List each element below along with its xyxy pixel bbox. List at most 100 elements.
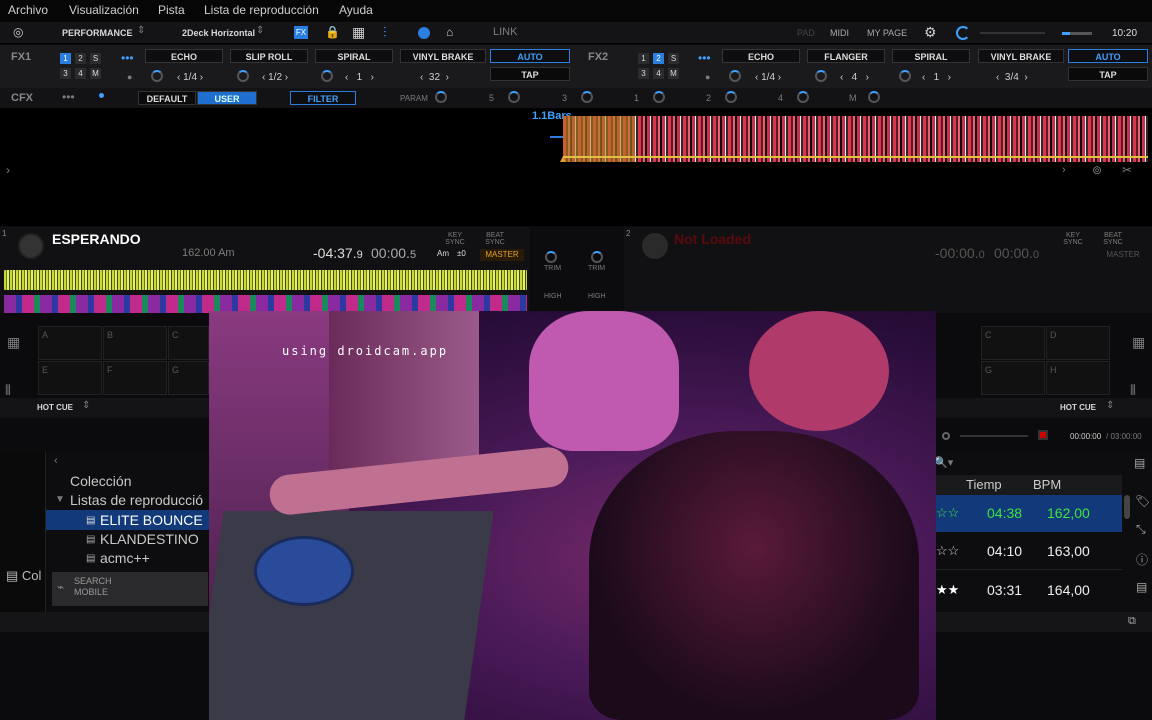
fx1-beat-s[interactable]: S bbox=[90, 53, 101, 64]
fx2-effect-2[interactable]: FLANGER bbox=[807, 49, 885, 63]
fx1-beat-1[interactable]: 1 bbox=[60, 53, 71, 64]
fx2-beat-1[interactable]: 1 bbox=[638, 53, 649, 64]
scissors-icon[interactable]: ✂ bbox=[1122, 163, 1132, 177]
mode-select-arrow-icon[interactable]: ⇕ bbox=[137, 25, 145, 36]
fx1-auto-button[interactable]: AUTO bbox=[490, 49, 570, 63]
fx2-value-2[interactable]: ‹ 4 › bbox=[840, 72, 869, 83]
layout-select[interactable]: 2Deck Horizontal bbox=[182, 28, 255, 38]
deck1-key[interactable]: Am bbox=[437, 249, 449, 258]
expand-chevron-icon[interactable]: › bbox=[6, 163, 10, 177]
fx2-value-4[interactable]: ‹ 3/4 › bbox=[996, 72, 1028, 83]
midi-button[interactable]: MIDI bbox=[830, 28, 849, 38]
deck1-pad-grid-icon[interactable]: ▦ bbox=[7, 334, 20, 351]
cfx-knob-1[interactable] bbox=[508, 91, 520, 103]
menu-lista[interactable]: Lista de reproducción bbox=[204, 3, 319, 17]
track-2-rating[interactable]: ☆☆ bbox=[936, 543, 959, 559]
cfx-param-knob[interactable] bbox=[435, 91, 447, 103]
deck1-pad-b[interactable]: B bbox=[103, 326, 167, 360]
sampler-icon[interactable]: ⌂ bbox=[446, 25, 453, 39]
info-icon[interactable]: ⓘ bbox=[1136, 551, 1148, 568]
tree-acmc[interactable]: acmc++ bbox=[100, 550, 150, 566]
fx2-knob-2[interactable] bbox=[815, 70, 827, 82]
fx1-effect-3[interactable]: SPIRAL bbox=[315, 49, 393, 63]
related-icon[interactable]: ⤡ bbox=[1136, 522, 1146, 537]
deck2-pad-g[interactable]: G bbox=[981, 361, 1045, 395]
fx2-effect-3[interactable]: SPIRAL bbox=[892, 49, 970, 63]
tree-elite-bounce[interactable]: ELITE BOUNCE bbox=[100, 512, 203, 528]
fx2-tap-button[interactable]: TAP bbox=[1068, 67, 1148, 81]
cfx-user-button[interactable]: USER bbox=[197, 91, 257, 105]
tree-playlists[interactable]: Listas de reproducció bbox=[70, 492, 203, 508]
recorder-record-button[interactable] bbox=[1038, 430, 1048, 440]
deck1-pad-c[interactable]: C bbox=[168, 326, 209, 360]
fx2-effect-4[interactable]: VINYL BRAKE bbox=[978, 49, 1064, 63]
pad-button[interactable]: PAD bbox=[797, 28, 815, 38]
deck1-beat-sync[interactable]: BEAT SYNC bbox=[480, 232, 510, 246]
fx2-value-1[interactable]: ‹ 1/4 › bbox=[755, 72, 781, 83]
deck1-hot-cue-arrow-icon[interactable]: ⇕ bbox=[82, 400, 90, 411]
deck1-master-button[interactable]: MASTER bbox=[480, 249, 524, 261]
tag-icon[interactable]: 🏷 bbox=[1135, 494, 1150, 508]
fx1-beat-m[interactable]: M bbox=[90, 68, 101, 79]
deck1-pad-g[interactable]: G bbox=[168, 361, 209, 395]
deck1-key-sync[interactable]: KEY SYNC bbox=[440, 232, 470, 246]
grid-icon[interactable]: ▦ bbox=[352, 24, 365, 41]
my-page-button[interactable]: MY PAGE bbox=[867, 28, 907, 38]
deck1-pitch[interactable]: ±0 bbox=[457, 249, 466, 258]
deck1-pad-f[interactable]: F bbox=[103, 361, 167, 395]
fx1-value-2[interactable]: ‹ 1/2 › bbox=[262, 72, 288, 83]
fx1-beat-3[interactable]: 3 bbox=[60, 68, 71, 79]
fx2-knob-3[interactable] bbox=[899, 70, 911, 82]
fx1-beat-4[interactable]: 4 bbox=[75, 68, 86, 79]
deck2-hot-cue-arrow-icon[interactable]: ⇕ bbox=[1106, 400, 1114, 411]
fx1-value-1[interactable]: ‹ 1/4 › bbox=[177, 72, 203, 83]
fx2-beat-2[interactable]: 2 bbox=[653, 53, 664, 64]
trim-knob-left[interactable] bbox=[545, 251, 557, 263]
recorder-knob-icon[interactable] bbox=[942, 432, 950, 440]
zoom-next-icon[interactable]: › bbox=[1062, 164, 1066, 176]
deck2-key-sync[interactable]: KEY SYNC bbox=[1058, 232, 1088, 246]
menu-pista[interactable]: Pista bbox=[158, 3, 185, 17]
rekordbox-logo-icon[interactable]: ◎ bbox=[13, 25, 23, 39]
track-3-rating[interactable]: ★★ bbox=[936, 582, 959, 598]
deck2-pad-d[interactable]: D bbox=[1046, 326, 1110, 360]
link-button[interactable]: LINK bbox=[493, 26, 517, 38]
fx2-beat-3[interactable]: 3 bbox=[638, 68, 649, 79]
deck1-pad-a[interactable]: A bbox=[38, 326, 102, 360]
sync-icon[interactable]: ⊚ bbox=[1092, 163, 1102, 177]
mixer-icon[interactable]: ⫶ bbox=[383, 24, 387, 41]
fx1-beat-2[interactable]: 2 bbox=[75, 53, 86, 64]
track-row-2[interactable]: ☆☆ 04:10 163,00 bbox=[936, 533, 1122, 570]
deck2-hot-cue-select[interactable]: HOT CUE bbox=[1060, 403, 1096, 412]
deck2-pad-h[interactable]: H bbox=[1046, 361, 1110, 395]
fx1-knob-2[interactable] bbox=[237, 70, 249, 82]
volume-slider[interactable] bbox=[1062, 32, 1092, 35]
col-bpm-header[interactable]: BPM bbox=[1033, 477, 1061, 492]
tree-klandestino[interactable]: KLANDESTINO bbox=[100, 531, 199, 547]
fx1-effect-2[interactable]: SLIP ROLL bbox=[230, 49, 308, 63]
deck2-pad-side-icon[interactable]: ⫴ bbox=[1130, 382, 1136, 399]
list-view-icon[interactable]: ▤ bbox=[1134, 456, 1145, 470]
cfx-default-button[interactable]: DEFAULT bbox=[138, 91, 196, 105]
collection-short-label[interactable]: ▤ Col bbox=[6, 568, 41, 584]
track-row-1[interactable]: ☆☆ 04:38 162,00 bbox=[936, 495, 1122, 532]
cfx-knob-3[interactable] bbox=[653, 91, 665, 103]
deck1-pad-side-icon[interactable]: ⫴ bbox=[5, 382, 11, 399]
fx2-effect-1[interactable]: ECHO bbox=[722, 49, 800, 63]
tree-collection[interactable]: Colección bbox=[70, 473, 131, 489]
fx2-beat-4[interactable]: 4 bbox=[653, 68, 664, 79]
deck1-hot-cue-select[interactable]: HOT CUE bbox=[37, 403, 73, 412]
popout-icon[interactable]: ⧉ bbox=[1128, 615, 1136, 628]
fx1-value-3[interactable]: ‹ 1 › bbox=[345, 72, 374, 83]
tree-expand-icon[interactable]: ▼ bbox=[55, 494, 65, 505]
deck2-beat-sync[interactable]: BEAT SYNC bbox=[1098, 232, 1128, 246]
record-icon[interactable] bbox=[418, 27, 430, 39]
fx1-effect-4[interactable]: VINYL BRAKE bbox=[400, 49, 486, 63]
deck1-pad-e[interactable]: E bbox=[38, 361, 102, 395]
fx2-more-dots-icon[interactable]: ••• bbox=[698, 51, 711, 65]
fx2-auto-button[interactable]: AUTO bbox=[1068, 49, 1148, 63]
cfx-knob-2[interactable] bbox=[581, 91, 593, 103]
fx1-knob-1[interactable] bbox=[151, 70, 163, 82]
deck2-pad-c[interactable]: C bbox=[981, 326, 1045, 360]
history-icon[interactable]: ▤ bbox=[1136, 580, 1147, 594]
